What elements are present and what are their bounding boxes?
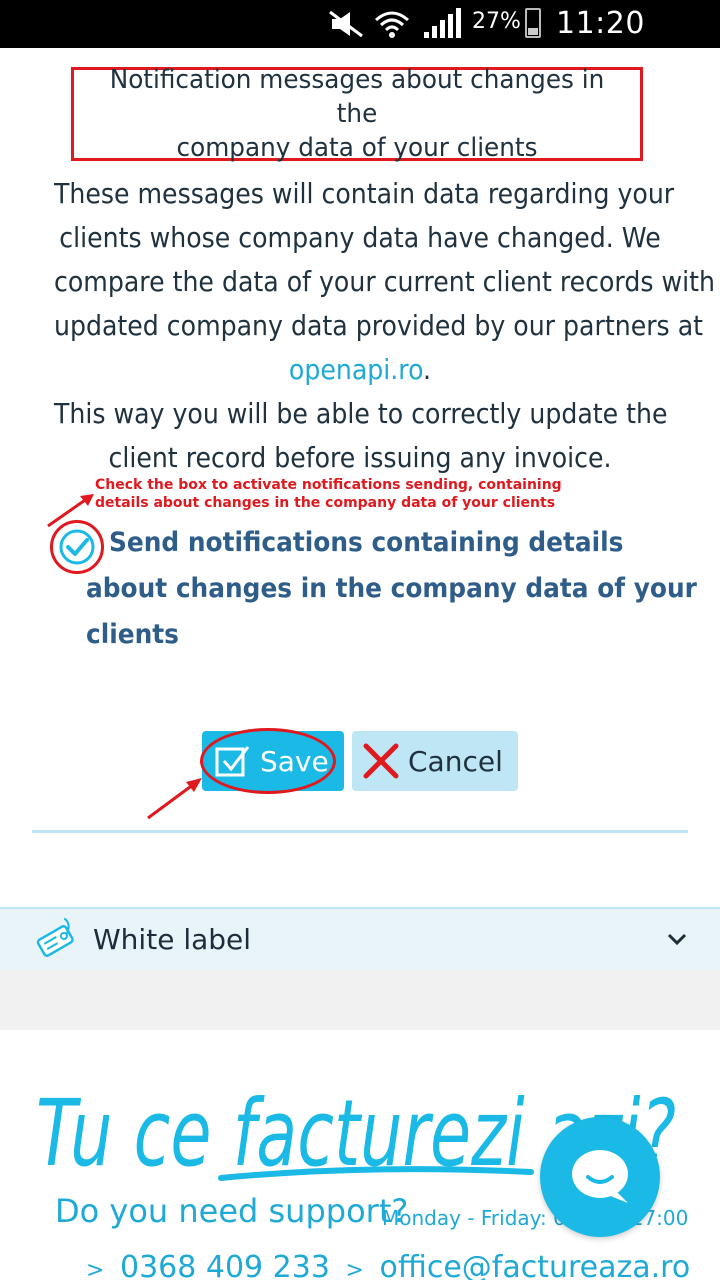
desc-line: client record before issuing any invoice… <box>108 441 612 474</box>
annotation-line-1: Check the box to activate notifications … <box>95 477 562 493</box>
footer-separator <box>0 970 720 1030</box>
openapi-link[interactable]: openapi.ro <box>289 353 423 386</box>
tag-icon <box>36 917 74 957</box>
checkbox-label-line-3: clients <box>86 619 179 650</box>
bullet-phone: > <box>86 1258 105 1280</box>
notification-title: Notification messages about changes in t… <box>71 65 643 163</box>
section-divider <box>32 830 688 833</box>
wifi-icon <box>375 11 409 38</box>
desc-line: compare the data of your current client … <box>54 265 715 298</box>
battery-percent: 27% <box>472 9 521 34</box>
chat-button[interactable] <box>540 1117 660 1237</box>
desc-link-line: openapi.ro. <box>54 348 666 392</box>
bullet-email: > <box>345 1258 364 1280</box>
save-arrow-icon <box>147 778 202 820</box>
mute-icon <box>329 10 363 38</box>
support-text: Do you need support? <box>55 1192 409 1230</box>
title-line-1: Notification messages about changes in t… <box>109 65 605 129</box>
email-link[interactable]: office@factureaza.ro <box>379 1250 690 1280</box>
save-button[interactable]: Save <box>202 731 344 791</box>
desc-link-suffix: . <box>423 353 432 386</box>
save-label: Save <box>260 744 329 778</box>
desc-line: These messages will contain data regardi… <box>54 177 675 210</box>
white-label-title: White label <box>93 923 252 956</box>
notification-description: These messages will contain data regardi… <box>20 172 715 480</box>
cancel-label: Cancel <box>408 744 503 778</box>
status-bar: 27% 11:20 a.m. <box>0 0 720 76</box>
checkbox-label[interactable]: Send notifications containing details ab… <box>86 520 697 658</box>
checkbox-label-line-1: Send notifications containing details <box>109 527 624 558</box>
phone-link[interactable]: 0368 409 233 <box>120 1250 330 1280</box>
annotation-line-2: details about changes in the company dat… <box>95 495 556 511</box>
battery-icon <box>525 8 541 38</box>
signal-icon <box>424 8 461 38</box>
cancel-button[interactable]: Cancel <box>352 731 518 791</box>
instruction-annotation: Check the box to activate notifications … <box>95 476 655 512</box>
chevron-down-icon <box>667 933 687 946</box>
desc-line: clients whose company data have changed.… <box>59 221 661 254</box>
desc-line: This way you will be able to correctly u… <box>54 397 668 430</box>
save-check-icon <box>215 746 250 777</box>
white-label-accordion[interactable]: White label <box>0 907 720 970</box>
close-icon <box>363 743 399 779</box>
title-line-2: company data of your clients <box>176 133 538 163</box>
status-icons <box>326 6 462 42</box>
desc-line: updated company data provided by our par… <box>54 309 704 342</box>
checkbox-label-line-2: about changes in the company data of you… <box>86 573 697 604</box>
chat-icon <box>572 1150 628 1203</box>
contact-row: > 0368 409 233 > office@factureaza.ro <box>80 1250 690 1280</box>
